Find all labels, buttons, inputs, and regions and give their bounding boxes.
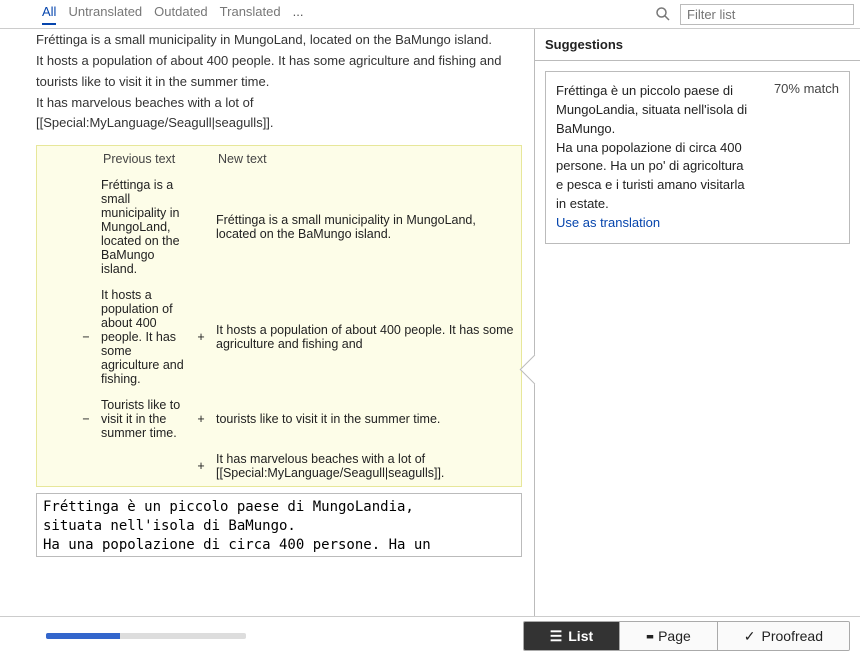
diff-sign-prev — [75, 446, 97, 486]
diff-prev-cell: Tourists like to visit it in the summer … — [97, 392, 190, 446]
diff-sign-prev: − — [75, 282, 97, 392]
search-icon[interactable] — [654, 5, 672, 23]
diff-sign-prev: − — [75, 392, 97, 446]
suggestion-body: Fréttinga è un piccolo paese di MungoLan… — [556, 82, 839, 214]
tab-all[interactable]: All — [42, 4, 56, 25]
source-line: It hosts a population of about 400 peopl… — [36, 52, 522, 71]
grid-icon: ▪▪ — [646, 628, 652, 644]
diff-sign-new: + — [190, 282, 212, 392]
diff-sign-new: + — [190, 392, 212, 446]
tab-outdated[interactable]: Outdated — [154, 4, 208, 25]
diff-row: − Tourists like to visit it in the summe… — [37, 392, 521, 446]
tab-more[interactable]: ... — [293, 4, 304, 25]
progress-bar — [46, 633, 246, 639]
source-line: tourists like to visit it in the summer … — [36, 73, 522, 92]
view-page-button[interactable]: ▪▪ Page — [619, 622, 717, 650]
top-tabs-bar: All Untranslated Outdated Translated ... — [0, 0, 860, 29]
diff-header-new: New text — [212, 146, 521, 172]
diff-prev-cell: Fréttinga is a small municipality in Mun… — [97, 172, 190, 282]
source-line: It has marvelous beaches with a lot of — [36, 94, 522, 113]
progress-done — [46, 633, 120, 639]
bottom-bar: ☰ List ▪▪ Page ✓ Proofread — [0, 617, 860, 655]
filter-input[interactable] — [680, 4, 854, 25]
suggestions-header: Suggestions — [535, 29, 860, 61]
diff-new-cell: Fréttinga is a small municipality in Mun… — [212, 172, 521, 282]
diff-row: − It hosts a population of about 400 peo… — [37, 282, 521, 392]
tabs: All Untranslated Outdated Translated ... — [6, 4, 303, 25]
diff-new-cell: It has marvelous beaches with a lot of [… — [212, 446, 521, 486]
view-mode-buttons: ☰ List ▪▪ Page ✓ Proofread — [523, 621, 850, 651]
translation-input[interactable] — [36, 493, 522, 557]
diff-row: Fréttinga is a small municipality in Mun… — [37, 172, 521, 282]
source-panel: Fréttinga is a small municipality in Mun… — [0, 29, 534, 616]
view-proofread-label: Proofread — [762, 628, 823, 644]
diff-new-cell: tourists like to visit it in the summer … — [212, 392, 521, 446]
diff-new-cell: It hosts a population of about 400 peopl… — [212, 282, 521, 392]
list-icon: ☰ — [550, 628, 563, 645]
source-line: Fréttinga is a small municipality in Mun… — [36, 31, 522, 50]
diff-panel: Previous text New text Fréttinga is a sm… — [36, 145, 522, 487]
diff-sign-prev — [75, 172, 97, 282]
diff-prev-cell: It hosts a population of about 400 peopl… — [97, 282, 190, 392]
diff-sign-new: + — [190, 446, 212, 486]
tab-translated[interactable]: Translated — [220, 4, 281, 25]
view-page-label: Page — [658, 628, 691, 644]
check-icon: ✓ — [744, 628, 756, 645]
suggestions-panel: Suggestions 70% match Fréttinga è un pic… — [534, 29, 860, 616]
view-list-button[interactable]: ☰ List — [524, 622, 619, 650]
diff-sign-new — [190, 172, 212, 282]
suggestion-match-percent: 70% match — [774, 80, 839, 99]
tab-untranslated[interactable]: Untranslated — [68, 4, 142, 25]
suggestion-item: 70% match Fréttinga è un piccolo paese d… — [545, 71, 850, 244]
use-as-translation-link[interactable]: Use as translation — [556, 214, 839, 233]
diff-row: + It has marvelous beaches with a lot of… — [37, 446, 521, 486]
diff-prev-cell — [97, 446, 190, 486]
source-line: [[Special:MyLanguage/Seagull|seagulls]]. — [36, 114, 522, 133]
view-list-label: List — [568, 628, 593, 644]
source-text: Fréttinga is a small municipality in Mun… — [36, 31, 522, 133]
diff-header-previous: Previous text — [97, 146, 190, 172]
view-proofread-button[interactable]: ✓ Proofread — [717, 622, 849, 650]
